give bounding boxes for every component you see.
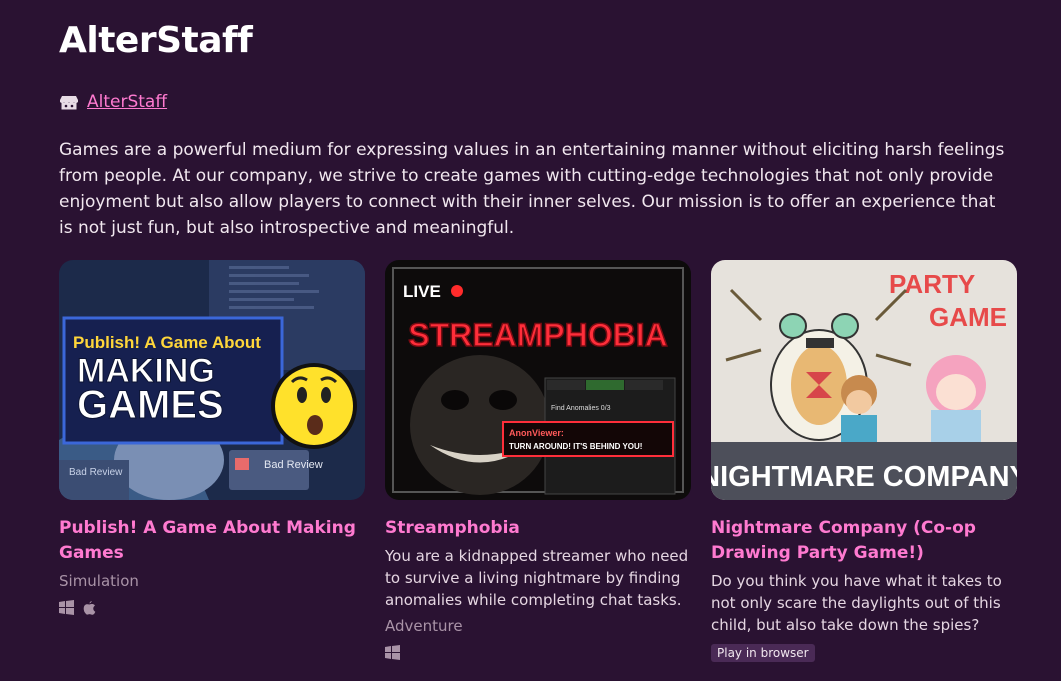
game-title-link[interactable]: Publish! A Game About Making Games — [59, 516, 365, 566]
thumb-party-text: GAME — [929, 302, 1007, 332]
girl-icon — [926, 355, 986, 442]
game-grid: Bad Review Bad Review Publish! A Game Ab… — [59, 260, 1017, 662]
thumbs-down-icon — [235, 458, 249, 470]
game-description: Do you think you have what it takes to n… — [711, 572, 1002, 634]
play-in-browser-badge: Play in browser — [711, 644, 815, 662]
game-card: NIGHTMARE COMPANY PARTY GAME Nightmare C… — [711, 260, 1017, 662]
studio-description: Games are a powerful medium for expressi… — [59, 140, 1005, 238]
game-title-link[interactable]: Streamphobia — [385, 516, 691, 541]
thumb-task: Find Anomalies 0/3 — [551, 405, 611, 412]
page: AlterStaff AlterStaff Games are a powerf… — [0, 0, 1061, 681]
windows-icon — [385, 645, 400, 660]
platform-list — [59, 600, 365, 615]
bad-review-label: Bad Review — [264, 459, 323, 471]
live-indicator-icon — [451, 285, 463, 297]
game-thumbnail[interactable]: Bad Review Bad Review Publish! A Game Ab… — [59, 260, 365, 500]
thumb-chat-text: TURN AROUND! IT'S BEHIND YOU! — [509, 442, 642, 451]
thumb-logo: STREAMPHOBIA — [408, 317, 668, 353]
thumb-chat-user: AnonViewer: — [509, 428, 564, 438]
platform-list — [385, 645, 691, 660]
itchio-icon — [59, 92, 79, 112]
author-link[interactable]: AlterStaff — [87, 92, 167, 112]
game-genre: Adventure — [385, 617, 463, 635]
game-description: You are a kidnapped streamer who need to… — [385, 547, 689, 609]
game-card: Bad Review Bad Review Publish! A Game Ab… — [59, 260, 365, 662]
game-genre: Simulation — [59, 572, 139, 590]
bad-review-label: Bad Review — [69, 467, 123, 478]
thumb-main-text: GAMES — [77, 383, 224, 427]
apple-icon — [82, 600, 97, 615]
windows-icon — [59, 600, 74, 615]
game-thumbnail[interactable]: LIVE STREAMPHOBIA Find Anomalies 0/3 Ano… — [385, 260, 691, 500]
game-title-link[interactable]: Nightmare Company (Co-op Drawing Party G… — [711, 516, 1017, 566]
page-title: AlterStaff — [59, 20, 253, 61]
live-label: LIVE — [403, 282, 441, 301]
worried-emoji-icon — [271, 363, 357, 449]
game-thumbnail[interactable]: NIGHTMARE COMPANY PARTY GAME — [711, 260, 1017, 500]
game-card: LIVE STREAMPHOBIA Find Anomalies 0/3 Ano… — [385, 260, 691, 662]
author-byline: AlterStaff — [59, 92, 167, 112]
thumb-logo: NIGHTMARE COMPANY — [711, 461, 1017, 493]
thumb-top-text: Publish! A Game About — [73, 333, 261, 352]
